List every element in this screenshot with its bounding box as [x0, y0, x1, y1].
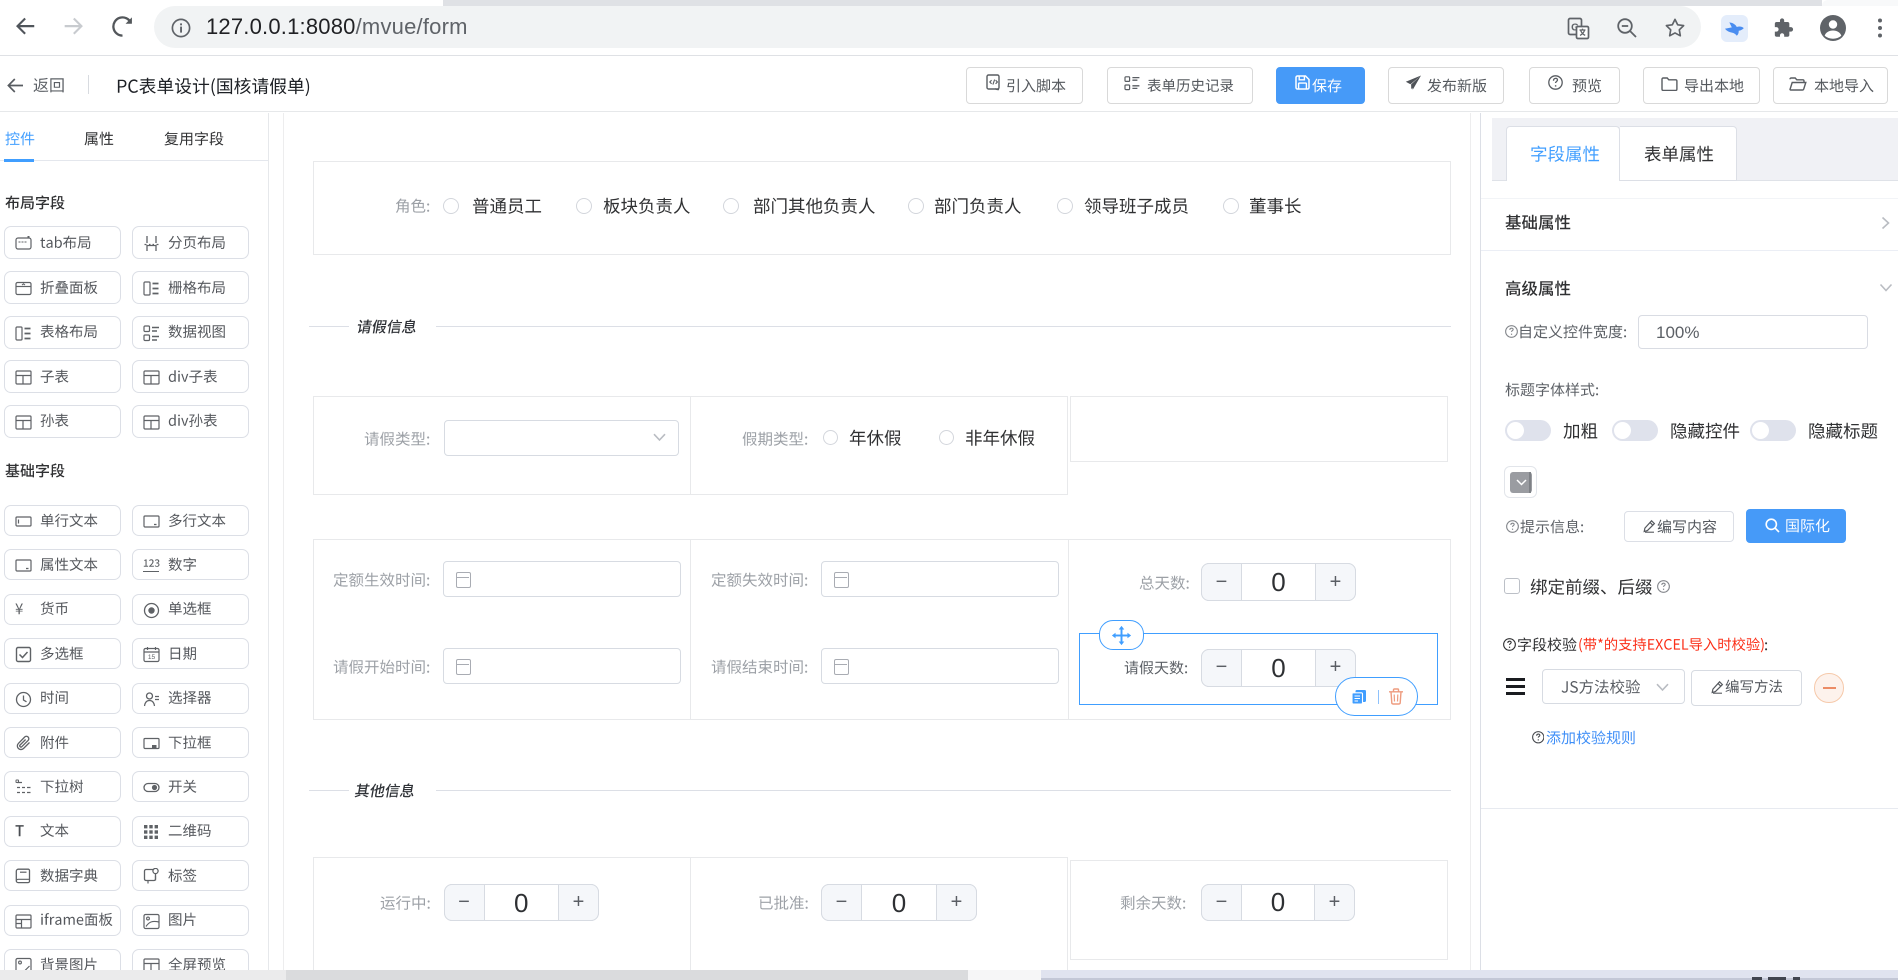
svg-text:15: 15 — [147, 654, 155, 661]
